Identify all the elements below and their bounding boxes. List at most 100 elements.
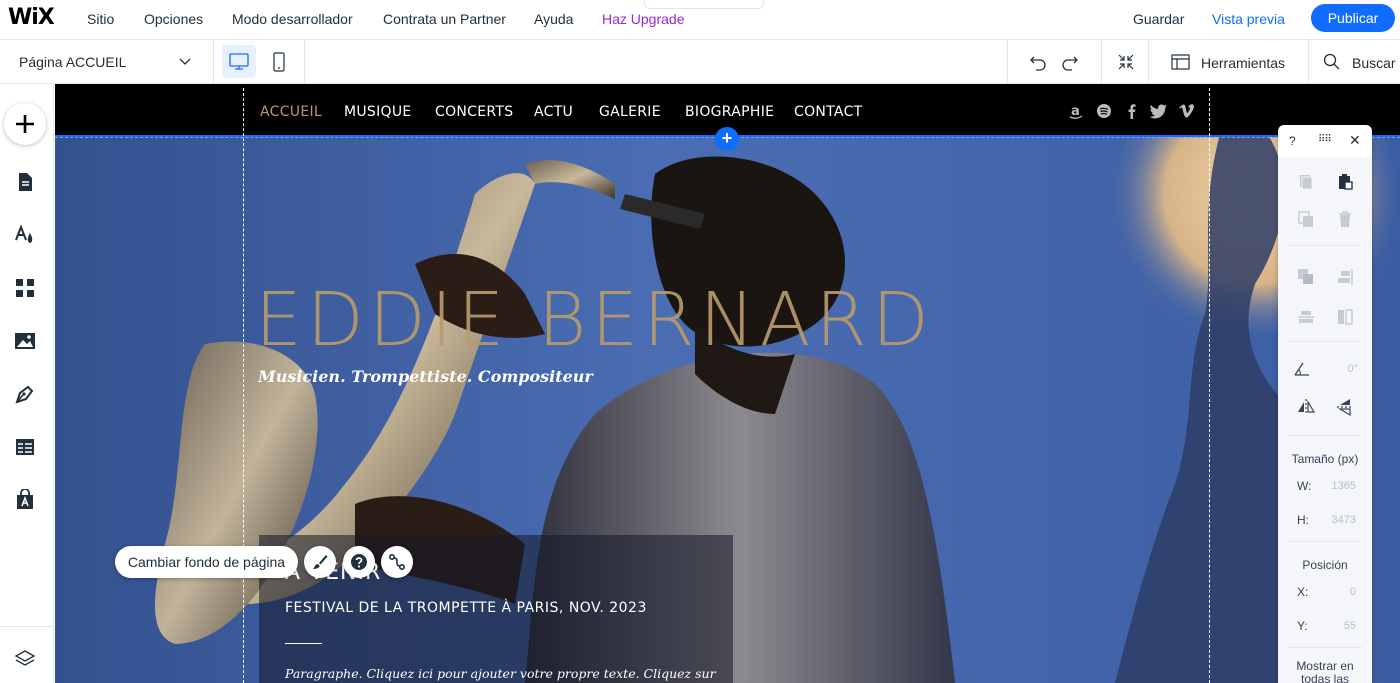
redo-icon[interactable] xyxy=(1060,52,1080,72)
show-on-all-pages-label[interactable]: Mostrar en todas las xyxy=(1278,660,1372,683)
rotation-value[interactable]: 0° xyxy=(1318,363,1358,375)
x-label: X: xyxy=(1297,585,1309,599)
upgrade-link[interactable]: Haz Upgrade xyxy=(602,11,685,27)
change-page-background-button[interactable]: Cambiar fondo de página xyxy=(115,546,298,578)
position-section-title: Posición xyxy=(1302,558,1348,572)
flip-horizontal-icon[interactable] xyxy=(1296,397,1316,417)
collapse-handle[interactable]: ⌃ xyxy=(644,0,764,9)
site-nav-musique[interactable]: MUSIQUE xyxy=(344,104,412,120)
y-value[interactable]: 55 xyxy=(1316,620,1356,632)
add-elements-button[interactable] xyxy=(4,103,46,145)
hero-subtitle[interactable]: Musicien. Trompettiste. Compositeur xyxy=(258,367,593,386)
width-value[interactable]: 1365 xyxy=(1316,480,1356,492)
panel-drag-handle[interactable]: ⠿⠿ xyxy=(1318,134,1332,145)
menu-modo-desarrollador[interactable]: Modo desarrollador xyxy=(232,11,353,27)
media-icon[interactable] xyxy=(14,330,36,352)
page-selector[interactable]: Página ACCUEIL xyxy=(0,40,214,83)
upcoming-event-text[interactable]: FESTIVAL DE LA TROMPETTE À PARIS, NOV. 2… xyxy=(285,600,647,616)
divider xyxy=(304,40,305,83)
menu-sitio[interactable]: Sitio xyxy=(87,11,114,27)
divider xyxy=(1288,341,1362,342)
preview-button[interactable]: Vista previa xyxy=(1212,11,1285,27)
size-section-title: Tamaño (px) xyxy=(1291,452,1359,466)
divider xyxy=(1101,40,1102,83)
app-market-icon[interactable] xyxy=(14,489,36,511)
divider xyxy=(1288,541,1362,542)
duplicate-icon[interactable] xyxy=(1296,209,1316,229)
y-label: Y: xyxy=(1297,619,1308,633)
tools-icon[interactable] xyxy=(1171,53,1191,71)
site-nav-actu[interactable]: ACTU xyxy=(534,104,573,120)
x-value[interactable]: 0 xyxy=(1316,586,1356,598)
animation-icon xyxy=(388,553,406,571)
panel-help-button[interactable]: ? xyxy=(1289,134,1296,148)
search-icon[interactable] xyxy=(1322,52,1342,72)
divider xyxy=(0,626,54,627)
divider xyxy=(1288,245,1362,246)
left-grid-guide xyxy=(243,88,244,683)
site-nav-accueil[interactable]: ACCUEIL xyxy=(260,104,322,120)
save-button[interactable]: Guardar xyxy=(1133,11,1184,27)
desktop-icon xyxy=(229,53,249,70)
trash-icon[interactable] xyxy=(1335,209,1355,229)
menu-opciones[interactable]: Opciones xyxy=(144,11,203,27)
menu-contrata-partner[interactable]: Contrata un Partner xyxy=(383,11,506,27)
facebook-icon[interactable] xyxy=(1124,103,1140,119)
animation-button[interactable] xyxy=(381,546,413,578)
zoom-out-icon[interactable] xyxy=(1116,52,1136,72)
height-value[interactable]: 3473 xyxy=(1316,514,1356,526)
match-size-icon[interactable] xyxy=(1335,307,1355,327)
blog-pen-icon[interactable] xyxy=(14,383,36,405)
menu-ayuda[interactable]: Ayuda xyxy=(534,11,573,27)
editor-sub-bar: Página ACCUEIL Herramientas Buscar xyxy=(0,40,1400,84)
svg-text:a: a xyxy=(1071,104,1080,119)
search-button[interactable]: Buscar xyxy=(1352,55,1396,71)
pages-icon[interactable] xyxy=(14,171,36,193)
edit-design-button[interactable] xyxy=(304,546,336,578)
tools-button[interactable]: Herramientas xyxy=(1201,55,1285,71)
panel-body: 0° Tamaño (px) W: 1365 H: 3473 Posición … xyxy=(1278,157,1372,683)
copy-icon[interactable] xyxy=(1296,172,1316,192)
flip-vertical-icon[interactable] xyxy=(1335,397,1355,417)
distribute-icon[interactable] xyxy=(1296,307,1316,327)
align-right-icon[interactable] xyxy=(1335,267,1355,287)
site-nav-contact[interactable]: CONTACT xyxy=(794,104,863,120)
twitter-icon[interactable] xyxy=(1150,103,1168,119)
spotify-icon[interactable] xyxy=(1096,103,1112,119)
right-grid-guide xyxy=(1209,88,1210,683)
chevron-down-icon xyxy=(179,58,191,65)
editor-top-bar: WiX Sitio Opciones Modo desarrollador Co… xyxy=(0,0,1400,40)
site-nav-concerts[interactable]: CONCERTS xyxy=(435,104,513,120)
editor-canvas[interactable]: ACCUEIL MUSIQUE CONCERTS ACTU GALERIE BI… xyxy=(55,84,1400,683)
upcoming-paragraph[interactable]: Paragraphe. Cliquez ici pour ajouter vot… xyxy=(285,666,716,681)
rotate-icon[interactable] xyxy=(1292,359,1312,379)
vimeo-icon[interactable] xyxy=(1178,103,1196,119)
divider xyxy=(1288,435,1362,436)
mobile-view-button[interactable] xyxy=(262,45,296,78)
arrange-icon[interactable] xyxy=(1296,267,1316,287)
desktop-view-button[interactable] xyxy=(222,45,256,78)
paste-icon[interactable] xyxy=(1335,172,1355,192)
page-selector-label: Página ACCUEIL xyxy=(19,54,127,70)
site-nav-biographie[interactable]: BIOGRAPHIE xyxy=(685,104,774,120)
width-label: W: xyxy=(1297,479,1312,493)
undo-icon[interactable] xyxy=(1028,52,1048,72)
help-button[interactable] xyxy=(343,546,375,578)
layout-tools-panel: ? ⠿⠿ ✕ 0° Tamaño (px) W: 1365 H: 3473 Po… xyxy=(1278,125,1372,683)
apps-icon[interactable] xyxy=(14,277,36,299)
site-nav-galerie[interactable]: GALERIE xyxy=(599,104,661,120)
amazon-icon[interactable]: a xyxy=(1068,103,1084,119)
add-section-button[interactable]: + xyxy=(715,127,739,151)
divider xyxy=(1288,647,1362,648)
cms-table-icon[interactable] xyxy=(14,436,36,458)
height-label: H: xyxy=(1297,513,1309,527)
divider xyxy=(285,643,322,644)
publish-button[interactable]: Publicar xyxy=(1311,4,1395,32)
layers-icon[interactable] xyxy=(14,648,36,670)
wix-logo[interactable]: WiX xyxy=(8,5,55,30)
divider xyxy=(1148,40,1149,83)
hero-title[interactable]: EDDIE BERNARD xyxy=(255,277,934,363)
panel-close-button[interactable]: ✕ xyxy=(1349,132,1361,149)
design-icon[interactable] xyxy=(14,224,36,246)
brush-icon xyxy=(313,555,328,569)
